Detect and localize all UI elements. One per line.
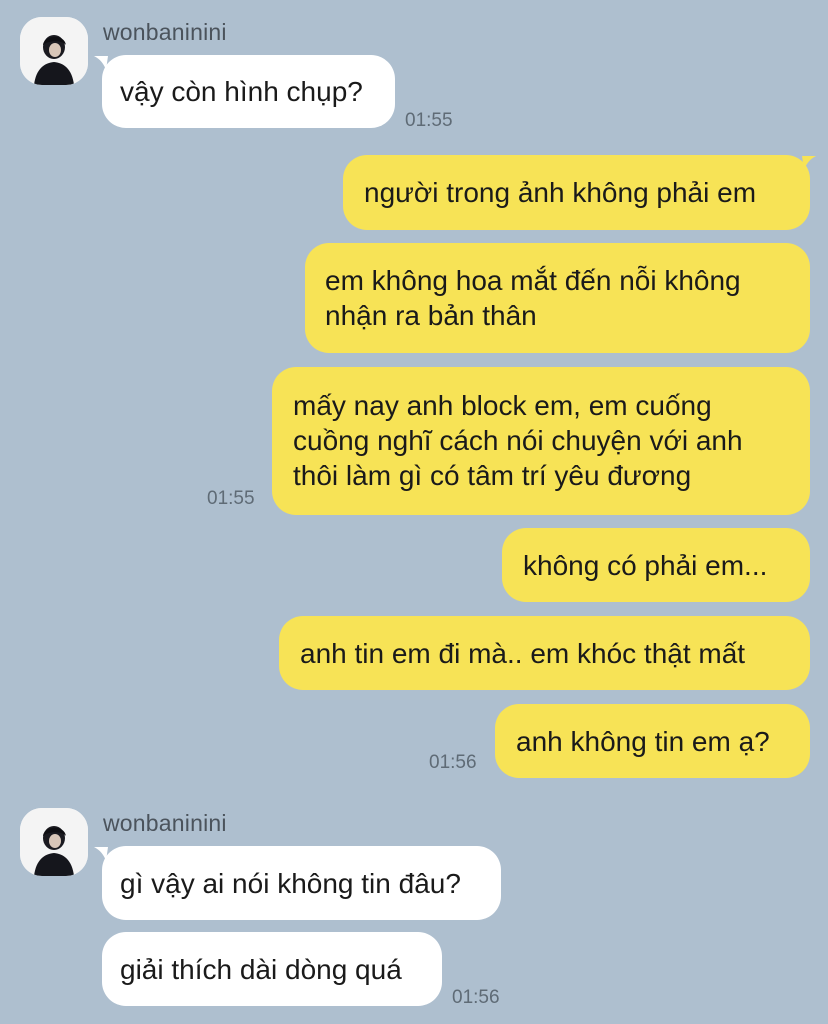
message-text-line: mấy nay anh block em, em cuống bbox=[293, 390, 712, 421]
message-bubble[interactable]: không có phải em... bbox=[502, 528, 810, 602]
message-time: 01:55 bbox=[207, 488, 255, 509]
message-time: 01:56 bbox=[429, 752, 477, 773]
message-bubble[interactable]: anh tin em đi mà.. em khóc thật mất bbox=[279, 616, 810, 690]
message-text-line: cuồng nghĩ cách nói chuyện với anh bbox=[293, 425, 743, 456]
message-text: gì vậy ai nói không tin đâu? bbox=[120, 868, 461, 899]
message-text: giải thích dài dòng quá bbox=[120, 954, 402, 985]
message-text: không có phải em... bbox=[523, 550, 768, 581]
avatar[interactable] bbox=[20, 17, 88, 85]
profile-photo-icon bbox=[20, 808, 88, 876]
message-bubble[interactable]: giải thích dài dòng quá bbox=[102, 932, 442, 1006]
sender-name: wonbaninini bbox=[103, 810, 227, 836]
message-text-line: thôi làm gì có tâm trí yêu đương bbox=[293, 460, 692, 491]
message-time: 01:55 bbox=[405, 110, 453, 131]
sender-name: wonbaninini bbox=[103, 19, 227, 45]
message-text-line: nhận ra bản thân bbox=[325, 300, 537, 331]
message-time: 01:56 bbox=[452, 987, 500, 1008]
message-bubble[interactable]: mấy nay anh block em, em cuống cuồng ngh… bbox=[272, 367, 810, 515]
message-bubble[interactable]: người trong ảnh không phải em bbox=[343, 155, 810, 230]
message-bubble[interactable]: anh không tin em ạ? bbox=[495, 704, 810, 778]
message-text: vậy còn hình chụp? bbox=[120, 76, 363, 107]
message-bubble[interactable]: gì vậy ai nói không tin đâu? bbox=[102, 846, 501, 920]
message-text: anh tin em đi mà.. em khóc thật mất bbox=[300, 638, 746, 669]
profile-photo-icon bbox=[20, 17, 88, 85]
message-bubble[interactable]: vậy còn hình chụp? bbox=[102, 55, 395, 128]
message-bubble[interactable]: em không hoa mắt đến nỗi không nhận ra b… bbox=[305, 243, 810, 353]
message-text-line: em không hoa mắt đến nỗi không bbox=[325, 265, 741, 296]
message-text: người trong ảnh không phải em bbox=[364, 177, 757, 208]
message-text: anh không tin em ạ? bbox=[516, 726, 770, 757]
avatar[interactable] bbox=[20, 808, 88, 876]
